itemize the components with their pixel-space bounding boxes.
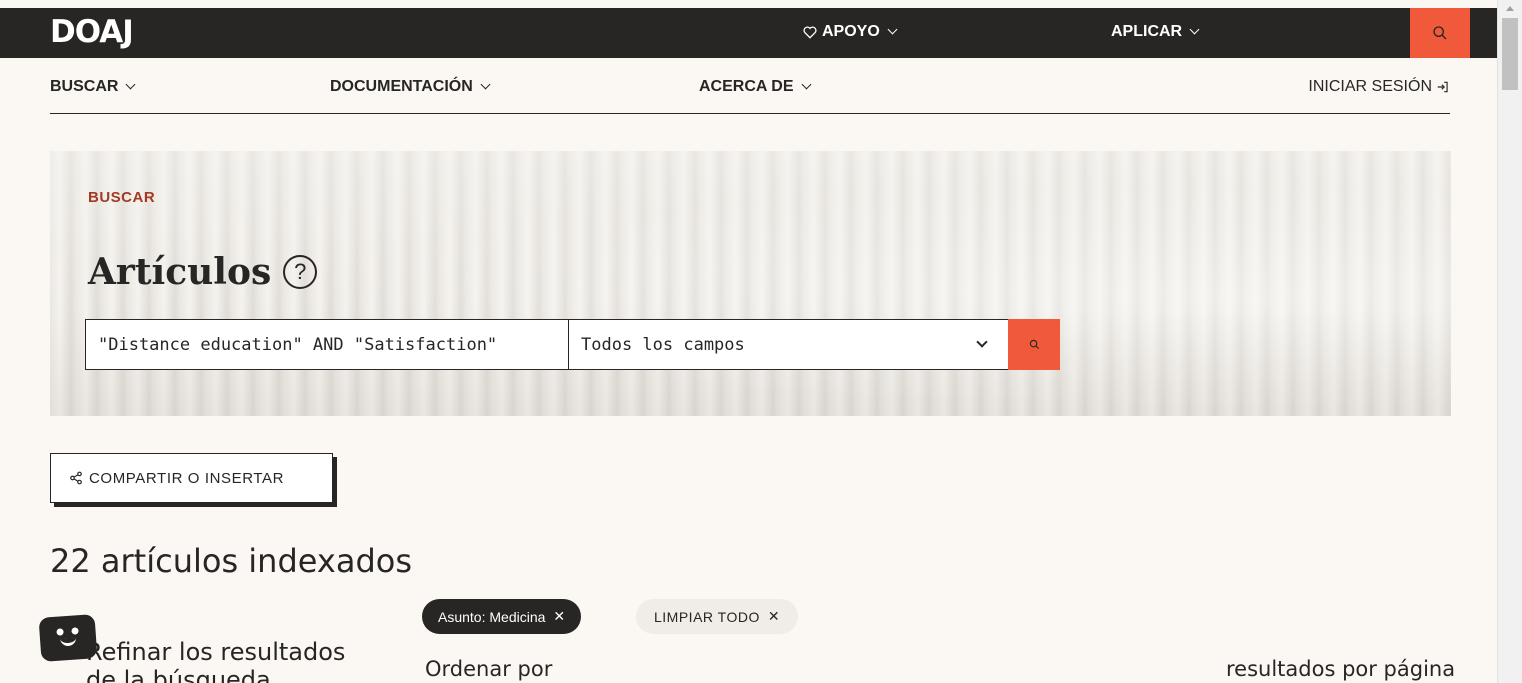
top-search-button[interactable] (1410, 8, 1470, 58)
page-title-text: Artículos (88, 251, 272, 293)
top-bar: DOAJ APOYO APLICAR (0, 8, 1497, 58)
filter-chip-subject[interactable]: Asunto: Medicina ✕ (422, 599, 582, 634)
help-icon[interactable]: ? (283, 255, 318, 289)
login-link[interactable]: INICIAR SESIÓN (1308, 78, 1450, 96)
login-label: INICIAR SESIÓN (1308, 78, 1432, 95)
chevron-down-icon (1189, 24, 1200, 35)
apply-label: APLICAR (1111, 23, 1183, 40)
chevron-down-icon (480, 79, 491, 90)
refine-heading-line1: Refinar los resultados (86, 638, 346, 666)
refine-heading: Refinar los resultados de la búsqueda (86, 638, 345, 683)
nav-documentation-label: DOCUMENTACIÓN (330, 78, 473, 95)
scroll-up-arrow-icon[interactable] (1506, 6, 1514, 11)
share-embed-button[interactable]: COMPARTIR O INSERTAR (50, 453, 333, 503)
chat-eye-icon (56, 628, 64, 636)
support-label: APOYO (822, 23, 880, 40)
login-icon (1437, 81, 1448, 93)
chevron-down-icon (976, 336, 988, 348)
chat-mouth-icon (60, 637, 77, 647)
chat-widget-button[interactable] (38, 614, 98, 662)
nav-search[interactable]: BUSCAR (50, 78, 136, 96)
search-hero: BUSCAR Artículos ? "Distance education" … (50, 151, 1451, 416)
main-nav: BUSCAR DOCUMENTACIÓN ACERCA DE INICIAR S… (50, 60, 1450, 114)
refine-heading-line2: de la búsqueda (86, 666, 271, 683)
page-title: Artículos ? (88, 251, 318, 293)
heart-icon (803, 26, 817, 39)
search-submit-button[interactable] (1008, 319, 1060, 370)
page-scrollbar[interactable] (1497, 0, 1522, 683)
support-menu[interactable]: APOYO (803, 23, 898, 41)
chevron-down-icon (126, 79, 136, 90)
nav-about[interactable]: ACERCA DE (699, 78, 811, 96)
nav-documentation[interactable]: DOCUMENTACIÓN (330, 78, 491, 96)
results-count: 22 artículos indexados (50, 542, 412, 580)
share-icon (70, 471, 82, 485)
sort-by-label: Ordenar por (425, 657, 553, 681)
doaj-logo[interactable]: DOAJ (50, 14, 134, 50)
nav-search-label: BUSCAR (50, 78, 119, 95)
clear-all-label: LIMPIAR TODO (654, 608, 760, 625)
close-icon: ✕ (767, 608, 781, 624)
chevron-down-icon (887, 24, 898, 35)
search-field-select[interactable]: Todos los campos (568, 319, 1009, 370)
chevron-down-icon (801, 79, 811, 90)
filter-chip-label: Asunto: Medicina (438, 608, 546, 625)
close-icon[interactable]: ✕ (553, 608, 565, 625)
per-page-label: resultados por página (1226, 657, 1456, 681)
search-icon (1433, 26, 1447, 40)
search-input[interactable]: "Distance education" AND "Satisfaction" (85, 319, 569, 370)
nav-about-label: ACERCA DE (699, 78, 794, 95)
share-label: COMPARTIR O INSERTAR (89, 469, 285, 487)
clear-all-button[interactable]: LIMPIAR TODO ✕ (636, 599, 799, 634)
scrollbar-thumb[interactable] (1502, 18, 1518, 90)
hero-eyebrow: BUSCAR (88, 189, 156, 206)
chat-eye-icon (71, 627, 79, 635)
apply-menu[interactable]: APLICAR (1111, 23, 1200, 41)
search-field-value: Todos los campos (581, 334, 745, 355)
search-icon (1029, 339, 1039, 350)
